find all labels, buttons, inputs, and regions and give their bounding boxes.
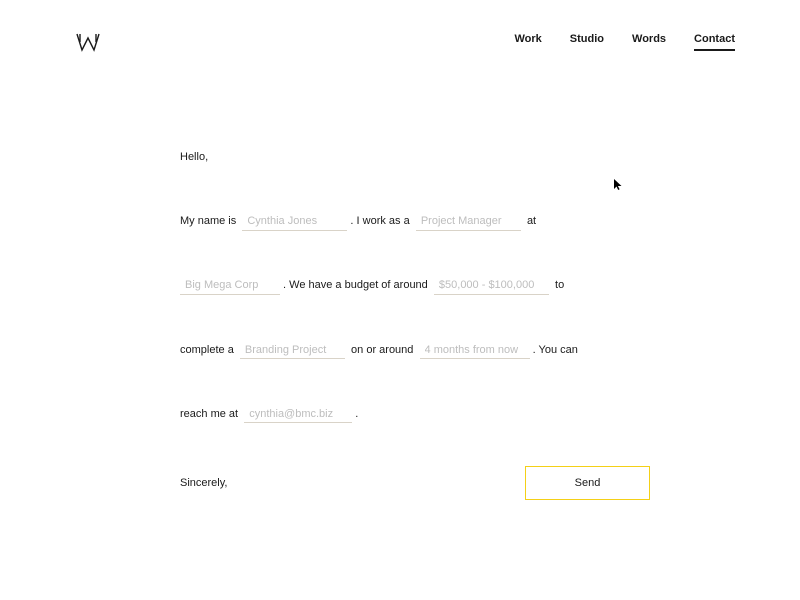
nav-work[interactable]: Work xyxy=(514,33,541,49)
contact-form: Hello, My name is . I work as a at . We … xyxy=(180,145,650,500)
text-period: . xyxy=(352,402,358,426)
budget-field[interactable] xyxy=(434,279,549,295)
text-reach: reach me at xyxy=(180,402,244,426)
company-field[interactable] xyxy=(180,279,280,295)
email-field[interactable] xyxy=(244,407,352,423)
signoff-text: Sincerely, xyxy=(180,471,227,495)
text-at: at xyxy=(521,209,536,233)
header: Work Studio Words Contact xyxy=(0,0,800,54)
signoff-row: Sincerely, Send xyxy=(180,466,650,500)
nav-contact[interactable]: Contact xyxy=(694,33,735,51)
text-on-or-around: on or around xyxy=(345,338,420,362)
logo-icon[interactable] xyxy=(75,30,101,54)
text-i-work-as: . I work as a xyxy=(347,209,415,233)
name-field[interactable] xyxy=(242,215,347,231)
text-you-can: . You can xyxy=(530,338,578,362)
form-line-2: . We have a budget of around to xyxy=(180,273,650,297)
nav-studio[interactable]: Studio xyxy=(570,33,604,49)
form-line-4: reach me at . xyxy=(180,402,650,426)
send-button[interactable]: Send xyxy=(525,466,650,500)
greeting-text: Hello, xyxy=(180,145,650,169)
form-line-1: My name is . I work as a at xyxy=(180,209,650,233)
text-my-name-is: My name is xyxy=(180,209,242,233)
project-field[interactable] xyxy=(240,343,345,359)
text-to: to xyxy=(549,273,564,297)
main-nav: Work Studio Words Contact xyxy=(514,33,735,51)
timeline-field[interactable] xyxy=(420,343,530,359)
text-budget: . We have a budget of around xyxy=(280,273,434,297)
role-field[interactable] xyxy=(416,215,521,231)
nav-words[interactable]: Words xyxy=(632,33,666,49)
text-complete: complete a xyxy=(180,338,240,362)
form-line-3: complete a on or around . You can xyxy=(180,338,650,362)
